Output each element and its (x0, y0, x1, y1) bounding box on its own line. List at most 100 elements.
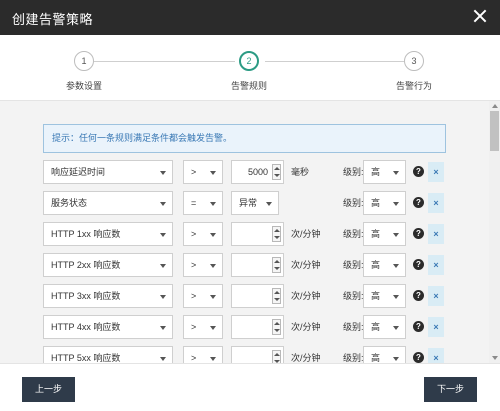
operator-select[interactable]: > (183, 346, 223, 363)
level-label: 级别: (343, 322, 364, 332)
delete-icon[interactable]: × (428, 162, 444, 182)
chevron-down-icon (160, 264, 166, 268)
chevron-down-icon (210, 202, 216, 206)
step-1-number: 1 (74, 51, 94, 71)
metric-select[interactable]: HTTP 4xx 响应数 (43, 315, 173, 339)
unit-label: 次/分钟 (291, 229, 321, 239)
number-stepper[interactable] (272, 164, 281, 180)
dialog-footer: 上一步 下一步 (0, 363, 500, 411)
chevron-down-icon (210, 295, 216, 299)
help-icon[interactable]: ? (413, 290, 424, 301)
dialog-title: 创建告警策略 (12, 12, 94, 27)
operator-select[interactable]: > (183, 253, 223, 277)
chevron-down-icon (160, 295, 166, 299)
step-3-label: 告警行为 (395, 81, 432, 91)
threshold-input[interactable] (231, 346, 284, 363)
rule-row: HTTP 4xx 响应数 > 次/分钟 级别: 高 ? × (0, 315, 500, 339)
threshold-input[interactable] (231, 253, 284, 277)
help-icon[interactable]: ? (413, 259, 424, 270)
next-step-button[interactable]: 下一步 (424, 377, 477, 402)
number-stepper[interactable] (272, 257, 281, 273)
number-stepper[interactable] (272, 226, 281, 242)
operator-select[interactable]: = (183, 191, 223, 215)
delete-icon[interactable]: × (428, 348, 444, 363)
rule-row: 响应延迟时间 > 5000 毫秒 级别: 高 ? × (0, 160, 500, 184)
metric-select[interactable]: HTTP 1xx 响应数 (43, 222, 173, 246)
step-2-number: 2 (239, 51, 259, 71)
rule-row: HTTP 5xx 响应数 > 次/分钟 级别: 高 ? × (0, 346, 500, 363)
threshold-input[interactable] (231, 284, 284, 308)
level-select[interactable]: 高 (363, 222, 406, 246)
threshold-input[interactable]: 5000 (231, 160, 284, 184)
help-icon[interactable]: ? (413, 166, 424, 177)
chevron-down-icon (393, 202, 399, 206)
metric-select[interactable]: 响应延迟时间 (43, 160, 173, 184)
step-2-label: 告警规则 (230, 81, 267, 91)
unit-label: 次/分钟 (291, 353, 321, 363)
chevron-down-icon (160, 357, 166, 361)
delete-icon[interactable]: × (428, 286, 444, 306)
scrollbar-thumb[interactable] (490, 111, 499, 151)
level-label: 级别: (343, 260, 364, 270)
chevron-down-icon (210, 357, 216, 361)
unit-label: 次/分钟 (291, 291, 321, 301)
number-stepper[interactable] (272, 319, 281, 335)
metric-select[interactable]: HTTP 5xx 响应数 (43, 346, 173, 363)
delete-icon[interactable]: × (428, 193, 444, 213)
chevron-down-icon (160, 233, 166, 237)
scroll-up-icon[interactable] (492, 104, 498, 108)
rule-row: HTTP 3xx 响应数 > 次/分钟 级别: 高 ? × (0, 284, 500, 308)
level-label: 级别: (343, 353, 364, 363)
level-select[interactable]: 高 (363, 253, 406, 277)
delete-icon[interactable]: × (428, 255, 444, 275)
status-select[interactable]: 异常 (231, 191, 279, 215)
delete-icon[interactable]: × (428, 317, 444, 337)
metric-select[interactable]: HTTP 3xx 响应数 (43, 284, 173, 308)
unit-label: 次/分钟 (291, 322, 321, 332)
unit-label: 毫秒 (291, 167, 310, 177)
chevron-down-icon (160, 326, 166, 330)
operator-select[interactable]: > (183, 315, 223, 339)
chevron-down-icon (266, 202, 272, 206)
hint-banner: 提示：任何一条规则满足条件都会触发告警。 (43, 124, 446, 153)
metric-select[interactable]: 服务状态 (43, 191, 173, 215)
rule-row: HTTP 1xx 响应数 > 次/分钟 级别: 高 ? × (0, 222, 500, 246)
help-icon[interactable]: ? (413, 352, 424, 363)
level-select[interactable]: 高 (363, 315, 406, 339)
level-select[interactable]: 高 (363, 346, 406, 363)
prev-step-button[interactable]: 上一步 (22, 377, 75, 402)
level-label: 级别: (343, 291, 364, 301)
operator-select[interactable]: > (183, 284, 223, 308)
threshold-input[interactable] (231, 315, 284, 339)
chevron-down-icon (393, 264, 399, 268)
step-1: 1 参数设置 (44, 51, 124, 92)
operator-select[interactable]: > (183, 160, 223, 184)
help-icon[interactable]: ? (413, 228, 424, 239)
step-2: 2 告警规则 (209, 51, 289, 92)
metric-select[interactable]: HTTP 2xx 响应数 (43, 253, 173, 277)
close-icon[interactable] (472, 8, 488, 24)
level-select[interactable]: 高 (363, 191, 406, 215)
help-icon[interactable]: ? (413, 197, 424, 208)
level-label: 级别: (343, 167, 364, 177)
level-label: 级别: (343, 229, 364, 239)
level-select[interactable]: 高 (363, 284, 406, 308)
chevron-down-icon (160, 171, 166, 175)
operator-select[interactable]: > (183, 222, 223, 246)
help-icon[interactable]: ? (413, 321, 424, 332)
threshold-input[interactable] (231, 222, 284, 246)
rule-row: 服务状态 = 异常 级别: 高 ? × (0, 191, 500, 215)
chevron-down-icon (393, 233, 399, 237)
number-stepper[interactable] (272, 288, 281, 304)
chevron-down-icon (210, 326, 216, 330)
step-1-label: 参数设置 (65, 81, 102, 91)
rule-row: HTTP 2xx 响应数 > 次/分钟 级别: 高 ? × (0, 253, 500, 277)
chevron-down-icon (393, 326, 399, 330)
chevron-down-icon (160, 202, 166, 206)
dialog-titlebar: 创建告警策略 (0, 0, 500, 35)
chevron-down-icon (210, 264, 216, 268)
delete-icon[interactable]: × (428, 224, 444, 244)
number-stepper[interactable] (272, 350, 281, 363)
level-label: 级别: (343, 198, 364, 208)
level-select[interactable]: 高 (363, 160, 406, 184)
